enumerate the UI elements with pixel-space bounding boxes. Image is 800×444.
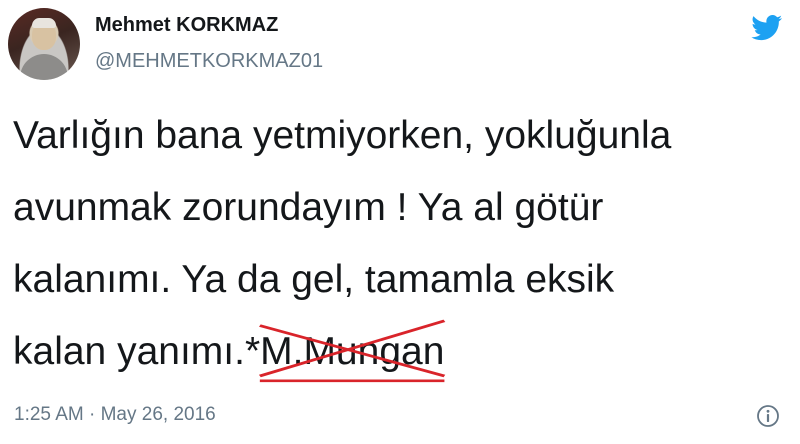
avatar-suit [20, 54, 68, 80]
tweet-last-line: kalan yanımı.*M.Mungan [13, 316, 793, 388]
twitter-bird-icon[interactable] [751, 15, 783, 41]
tweet-line-prefix: kalan yanımı.* [13, 330, 261, 373]
tweet-line: kalanımı. Ya da gel, tamamla eksik [13, 258, 615, 301]
info-icon[interactable] [756, 404, 780, 428]
attribution-text: M.Mungan [260, 330, 445, 373]
tweet-line: avunmak zorundayım ! Ya al götür [13, 186, 604, 229]
crossed-out-attribution: M.Mungan [259, 316, 446, 388]
author-name[interactable]: Mehmet KORKMAZ [95, 14, 278, 37]
tweet-timestamp[interactable]: 1:25 AM · May 26, 2016 [14, 404, 216, 426]
avatar[interactable] [8, 8, 80, 80]
author-handle[interactable]: @MEHMETKORKMAZ01 [95, 50, 323, 73]
tweet-text: Varlığın bana yetmiyorken, yokluğunla av… [13, 100, 793, 388]
avatar-hair [32, 18, 56, 28]
tweet-line: Varlığın bana yetmiyorken, yokluğunla [13, 114, 672, 157]
